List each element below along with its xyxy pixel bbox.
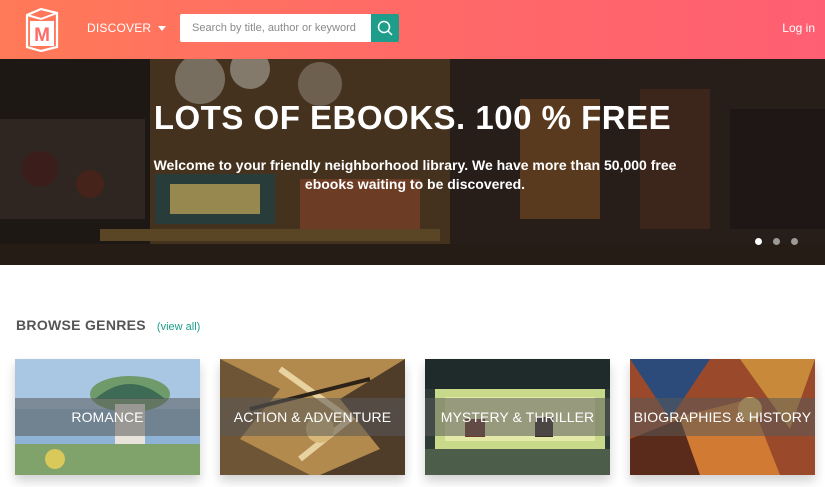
hero-title: LOTS OF EBOOKS. 100 % FREE	[153, 99, 672, 136]
section-title: BROWSE GENRES	[16, 317, 146, 333]
carousel-dots	[755, 238, 798, 245]
genre-label: MYSTERY & THRILLER	[440, 409, 595, 425]
view-all-link[interactable]: (view all)	[157, 321, 200, 333]
genre-card-band: ROMANCE	[15, 398, 200, 436]
carousel-dot-1[interactable]	[755, 238, 762, 245]
browse-genres-header: BROWSE GENRES (view all)	[16, 317, 200, 333]
carousel-dot-2[interactable]	[773, 238, 780, 245]
genre-label: ACTION & ADVENTURE	[233, 409, 392, 425]
discover-label: DISCOVER	[87, 21, 152, 35]
genre-card-mystery-thriller[interactable]: MYSTERY & THRILLER	[425, 359, 610, 475]
genre-label: BIOGRAPHIES & HISTORY	[633, 409, 812, 425]
genre-card-biographies-history[interactable]: BIOGRAPHIES & HISTORY	[630, 359, 815, 475]
genre-card-romance[interactable]: ROMANCE	[15, 359, 200, 475]
search-button[interactable]	[371, 14, 399, 42]
genre-card-band: MYSTERY & THRILLER	[425, 398, 610, 436]
genre-label: ROMANCE	[71, 409, 144, 425]
genre-card-action-adventure[interactable]: ACTION & ADVENTURE	[220, 359, 405, 475]
hero-subtitle: Welcome to your friendly neighborhood li…	[153, 157, 677, 192]
book-m-logo-icon[interactable]: M	[24, 7, 60, 53]
genre-card-band: ACTION & ADVENTURE	[220, 398, 405, 436]
carousel-dot-3[interactable]	[791, 238, 798, 245]
discover-menu[interactable]: DISCOVER	[87, 21, 167, 35]
search-input[interactable]	[180, 14, 372, 42]
top-navbar: M DISCOVER Log in	[0, 0, 825, 59]
chevron-down-icon	[158, 25, 167, 31]
hero-carousel: LOTS OF EBOOKS. 100 % FREE Welcome to yo…	[0, 59, 825, 265]
genre-card-band: BIOGRAPHIES & HISTORY	[630, 398, 815, 436]
login-link[interactable]: Log in	[782, 21, 815, 35]
search-icon	[377, 20, 393, 36]
svg-text:M: M	[34, 25, 50, 46]
